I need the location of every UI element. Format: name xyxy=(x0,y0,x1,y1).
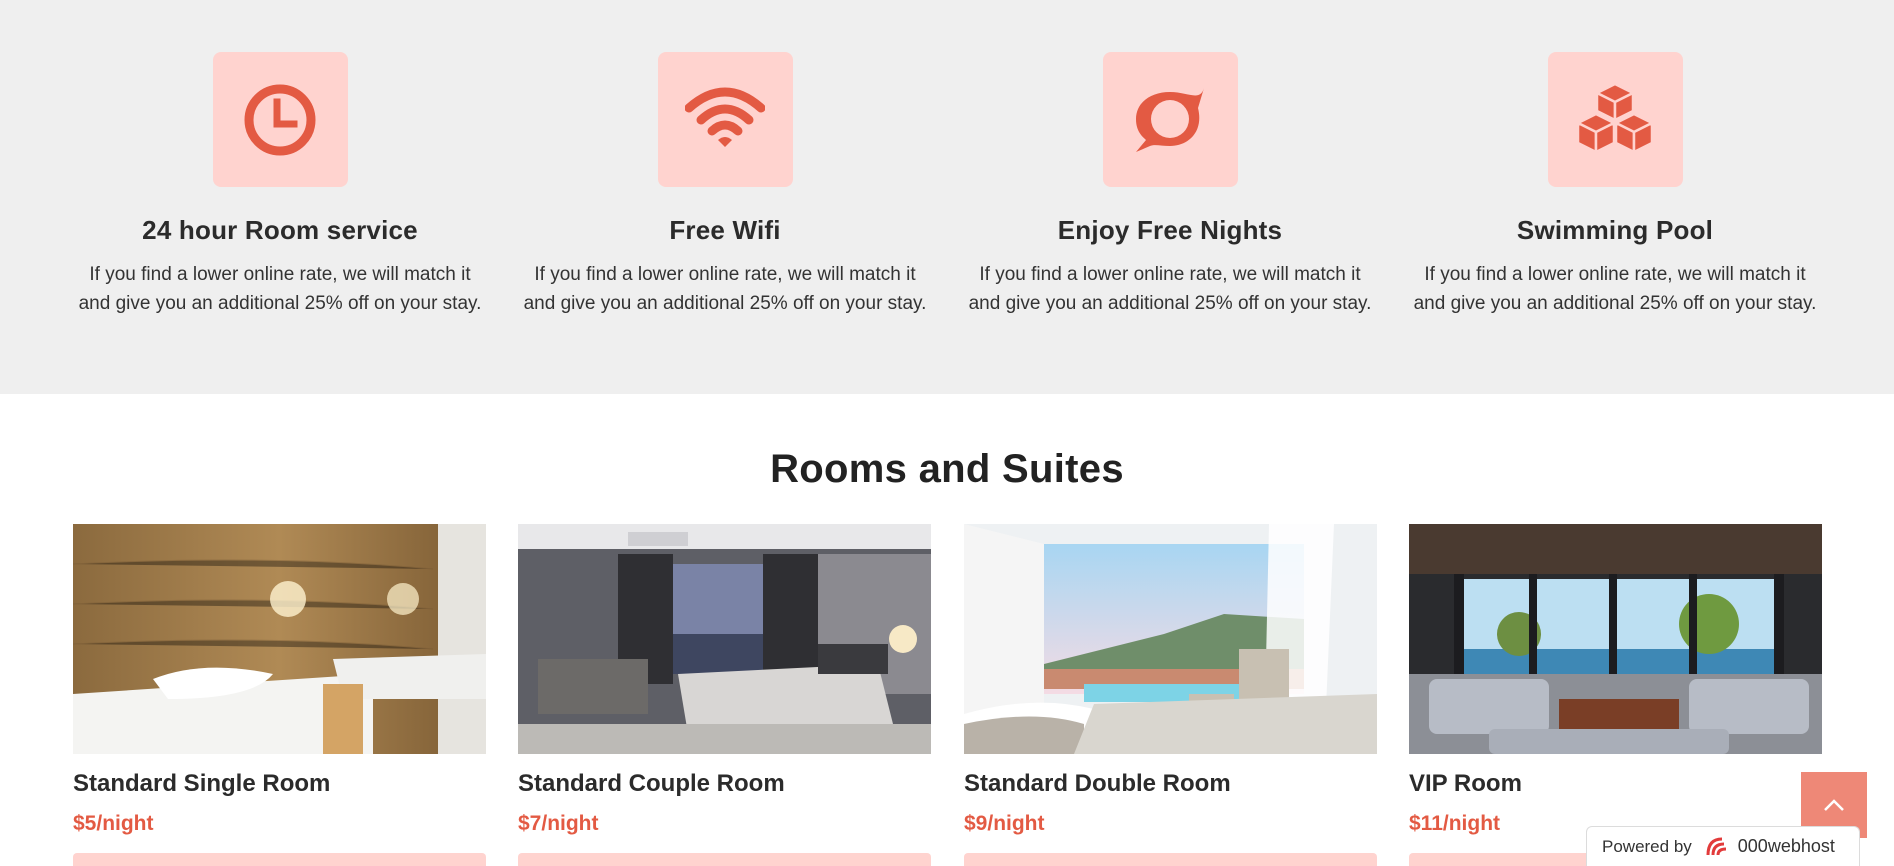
powered-by-label: Powered by xyxy=(1602,836,1692,856)
feature-icon-box xyxy=(212,52,348,187)
room-card[interactable]: Standard Couple Room $7/night xyxy=(518,524,931,866)
room-price: $7/night xyxy=(518,812,599,835)
book-button[interactable] xyxy=(73,853,486,866)
feature-free-nights: Enjoy Free Nights If you find a lower on… xyxy=(960,52,1380,318)
book-button[interactable] xyxy=(964,853,1377,866)
chevron-up-icon xyxy=(1824,799,1844,811)
feature-free-wifi: Free Wifi If you find a lower online rat… xyxy=(515,52,935,318)
double-room-photo[interactable] xyxy=(964,524,1377,754)
features-section: 24 hour Room service If you find a lower… xyxy=(0,0,1894,394)
feature-title: 24 hour Room service xyxy=(142,215,418,245)
room-price: $5/night xyxy=(73,812,154,835)
feature-title: Free Wifi xyxy=(669,215,781,245)
feature-title: Swimming Pool xyxy=(1516,215,1714,245)
feature-text: If you find a lower online rate, we will… xyxy=(968,264,1372,314)
feature-title: Enjoy Free Nights xyxy=(1057,215,1283,245)
feature-text: If you find a lower online rate, we will… xyxy=(1413,264,1817,314)
room-card[interactable]: Standard Double Room $9/night xyxy=(964,524,1377,866)
feature-room-service: 24 hour Room service If you find a lower… xyxy=(70,52,490,318)
feature-swimming-pool: Swimming Pool If you find a lower online… xyxy=(1405,52,1825,318)
vip-room-photo[interactable] xyxy=(1409,524,1822,754)
wifi-icon xyxy=(685,87,765,147)
feature-text: If you find a lower online rate, we will… xyxy=(523,264,927,314)
feature-icon-box xyxy=(1102,52,1238,187)
room-card[interactable]: VIP Room $11/night xyxy=(1409,524,1822,866)
room-name: Standard Couple Room xyxy=(518,770,785,797)
feature-icon-box xyxy=(1547,52,1683,187)
rooms-section-title: Rooms and Suites xyxy=(770,447,1124,491)
chat-bubble-icon xyxy=(1136,87,1204,152)
single-room-photo[interactable] xyxy=(73,524,486,754)
cubes-icon xyxy=(1576,82,1654,153)
room-name: VIP Room xyxy=(1409,770,1522,797)
room-price: $9/night xyxy=(964,812,1045,835)
webhost-logo-icon xyxy=(1706,837,1726,855)
feature-text: If you find a lower online rate, we will… xyxy=(78,264,482,314)
webhost-brand-name: 000webhost xyxy=(1737,836,1835,856)
feature-icon-box xyxy=(657,52,793,187)
clock-icon xyxy=(244,84,316,155)
room-card[interactable]: Standard Single Room $5/night xyxy=(73,524,486,866)
book-button[interactable] xyxy=(518,853,931,866)
powered-by-badge[interactable]: Powered by 000webhost xyxy=(1586,826,1860,866)
webhost-brand[interactable]: 000webhost xyxy=(1704,835,1835,859)
couple-room-photo[interactable] xyxy=(518,524,931,754)
room-name: Standard Single Room xyxy=(73,770,331,797)
room-name: Standard Double Room xyxy=(964,770,1231,797)
